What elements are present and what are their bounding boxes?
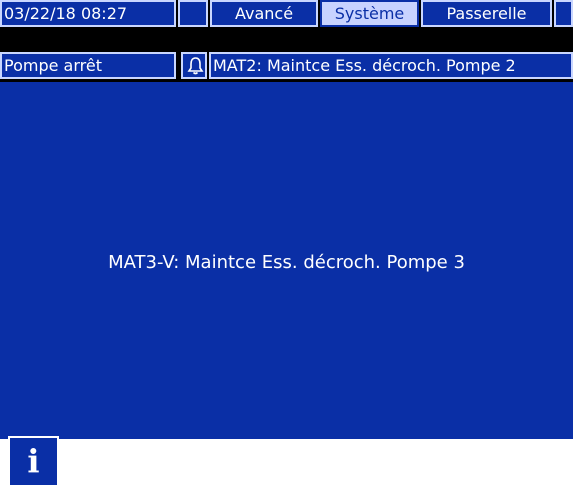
main-message: MAT3-V: Maintce Ess. décroch. Pompe 3 — [108, 252, 465, 273]
datetime-display: 03/22/18 08:27 — [0, 0, 176, 27]
header-spacer-left — [178, 0, 208, 27]
bell-icon[interactable] — [181, 52, 207, 79]
info-button[interactable]: i — [8, 436, 59, 487]
tab-systeme[interactable]: Système — [320, 0, 419, 27]
alarm-message: MAT2: Maintce Ess. décroch. Pompe 2 — [209, 52, 573, 79]
bell-icon-glyph — [187, 57, 204, 75]
tab-scroll-right[interactable] — [554, 0, 573, 27]
tab-passerelle[interactable]: Passerelle — [421, 0, 552, 27]
main-panel: MAT3-V: Maintce Ess. décroch. Pompe 3 i — [0, 82, 573, 487]
tab-avance[interactable]: Avancé — [210, 0, 318, 27]
pump-status: Pompe arrêt — [0, 52, 176, 79]
screen: 03/22/18 08:27 Avancé Système Passerelle… — [0, 0, 573, 487]
